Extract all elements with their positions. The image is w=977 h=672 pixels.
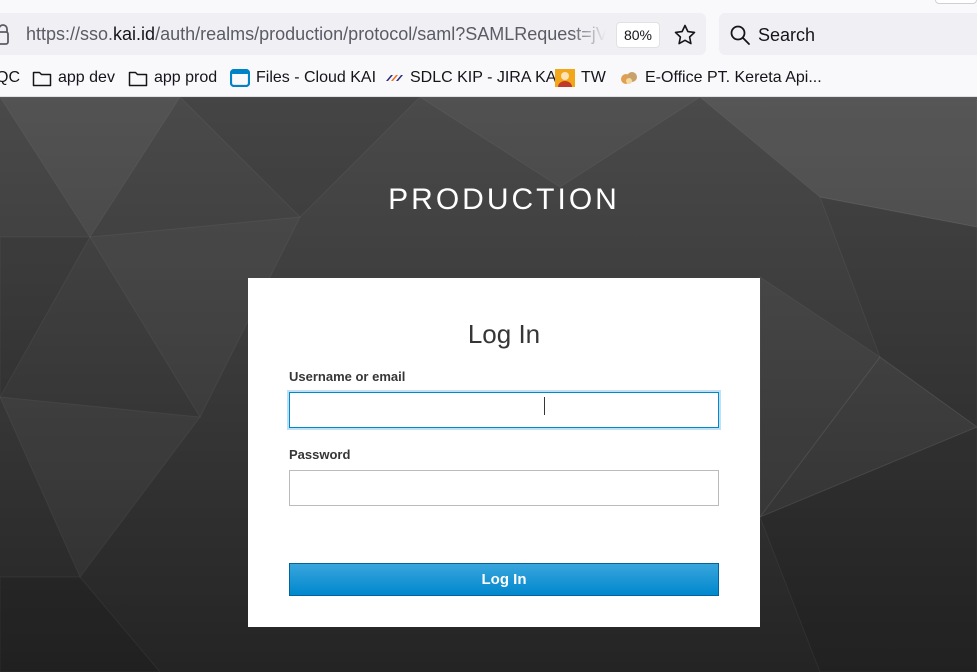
lock-icon[interactable]	[0, 23, 14, 45]
url-prefix: https://sso.	[26, 24, 114, 44]
search-icon	[730, 25, 750, 45]
login-card: Log In Username or email Password Log In	[248, 278, 760, 627]
bookmark-label: SDLC KIP - JIRA KAI	[410, 68, 561, 86]
bookmark-label: Files - Cloud KAI	[256, 68, 377, 86]
login-page: PRODUCTION Log In Username or email Pass…	[0, 97, 977, 672]
browser-toolbar: https://sso.kai.id/auth/realms/productio…	[0, 0, 977, 58]
bookmark-app-dev[interactable]: app dev	[32, 58, 115, 97]
bookmark-label: app dev	[58, 68, 115, 86]
folder-icon	[128, 71, 148, 86]
bookmark-sdlc-kip-jira[interactable]: SDLC KIP - JIRA KAI	[384, 58, 561, 97]
zoom-level-button[interactable]: 80%	[616, 22, 660, 48]
folder-icon	[32, 71, 52, 86]
bookmark-e-office[interactable]: E-Office PT. Kereta Api...	[619, 58, 822, 97]
bookmark-tw[interactable]: TW	[555, 58, 606, 97]
bookmark-app-prod[interactable]: app prod	[128, 58, 217, 97]
password-input[interactable]	[289, 470, 719, 506]
bookmark-star-icon[interactable]	[673, 23, 697, 47]
avatar-icon	[555, 68, 575, 87]
eoffice-icon	[621, 71, 637, 84]
search-placeholder[interactable]: Search	[758, 25, 815, 46]
bookmark-files-cloud-kai[interactable]: Files - Cloud KAI	[230, 58, 376, 97]
url-domain: kai.id	[113, 24, 156, 44]
bookmark-qc[interactable]: QC	[0, 58, 20, 97]
window-edge	[935, 0, 977, 4]
bookmark-label: E-Office PT. Kereta Api...	[645, 68, 822, 86]
text-caret	[544, 397, 545, 415]
url-text[interactable]: https://sso.kai.id/auth/realms/productio…	[26, 24, 606, 46]
bookmarks-toolbar: QC app dev app prod Files - Cloud KAI SD…	[0, 58, 977, 97]
kai-logo-icon	[386, 74, 403, 81]
username-input[interactable]	[289, 392, 719, 428]
url-path: /auth/realms/production/protocol/saml?SA…	[155, 24, 606, 44]
login-button[interactable]: Log In	[289, 563, 719, 596]
bookmark-label: app prod	[154, 68, 218, 86]
password-label: Password	[289, 447, 351, 462]
bookmark-label: QC	[0, 68, 20, 86]
bookmark-label: TW	[581, 68, 606, 86]
login-heading: Log In	[467, 319, 541, 349]
realm-title: PRODUCTION	[388, 183, 620, 216]
cloud-files-icon	[230, 68, 250, 87]
username-label: Username or email	[289, 369, 406, 384]
